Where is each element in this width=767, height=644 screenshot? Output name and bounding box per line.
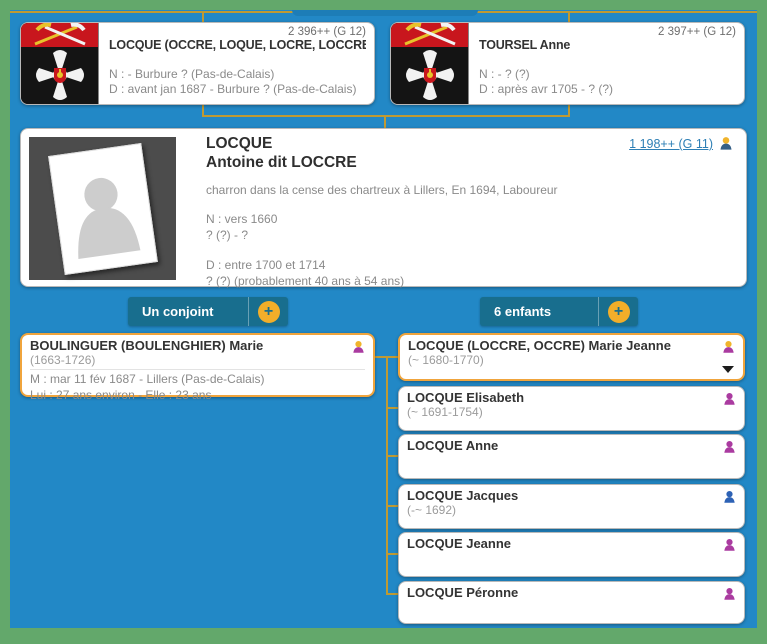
female-sosa-icon [351,340,366,355]
main-death: D : entre 1700 et 1714 [206,258,734,274]
connector-father-up [202,11,204,22]
sosa-person-icon [718,136,734,152]
child-name: LOCQUE Jeanne [407,536,736,551]
add-child-button[interactable]: + [598,297,638,326]
mother-sosa-ref: 2 397++ (G 12) [479,26,736,38]
child-name: LOCQUE Anne [407,438,736,453]
spouse-marriage-info: M : mar 11 fév 1687 - Lillers (Pas-de-Ca… [30,369,365,403]
plus-icon: + [608,301,630,323]
mother-death: D : après avr 1705 - ? (?) [479,82,736,98]
coat-of-arms-icon [21,23,99,104]
children-section-label: 6 enfants [480,304,598,319]
portrait-polaroid-icon [48,143,158,275]
father-birth: N : - Burbure ? (Pas-de-Calais) [109,67,366,83]
mother-vitals: N : - ? (?) D : après avr 1705 - ? (?) [479,67,736,98]
tree-canvas: 2 396++ (G 12) LOCQUE (OCCRE, LOQUE, LOC… [10,10,757,628]
marriage-ages-line: Lui : 27 ans environ - Elle : 23 ans [30,388,365,404]
child-dates: (~ 1680-1770) [408,353,735,367]
child-name: LOCQUE Elisabeth [407,390,736,405]
main-birth-detail: ? (?) - ? [206,228,734,244]
family-tree-page: 2 396++ (G 12) LOCQUE (OCCRE, LOQUE, LOC… [0,0,767,644]
child-card-2[interactable]: LOCQUE Elisabeth (~ 1691-1754) [398,386,745,431]
connector-child-4 [388,505,398,507]
connector-child-2 [388,407,398,409]
marriage-line: M : mar 11 fév 1687 - Lillers (Pas-de-Ca… [30,372,365,388]
spouse-section-button[interactable]: Un conjoint + [128,297,288,326]
connector-child-1 [388,356,398,358]
main-occupation: charron dans la cense des chartreux à Li… [206,183,734,197]
main-death-block: D : entre 1700 et 1714 ? (?) (probableme… [206,258,734,289]
mother-card[interactable]: 2 397++ (G 12) TOURSEL Anne N : - ? (?) … [390,22,745,105]
ancestor-banner-cutoff [292,10,478,16]
connector-child-3 [388,455,398,457]
main-person-card: 1 198++ (G 11) LOCQUE Antoine dit LOCCRE… [20,128,747,287]
child-name: LOCQUE Jacques [407,488,736,503]
connector-children-rail [386,356,388,595]
portrait-placeholder[interactable] [29,137,176,280]
plus-icon: + [258,301,280,323]
female-icon [722,440,737,455]
children-section-button[interactable]: 6 enfants + [480,297,638,326]
person-silhouette-icon [50,154,156,274]
male-icon [722,490,737,505]
main-ref-row: 1 198++ (G 11) [629,136,734,152]
female-sosa-icon [721,340,736,355]
chevron-down-icon[interactable] [722,366,734,373]
child-card-5[interactable]: LOCQUE Jeanne [398,532,745,577]
connector-mother-up [568,11,570,22]
add-spouse-button[interactable]: + [248,297,288,326]
connector-to-person [384,115,386,128]
father-sosa-ref: 2 396++ (G 12) [109,26,366,38]
child-card-4[interactable]: LOCQUE Jacques (-~ 1692) [398,484,745,529]
female-icon [722,538,737,553]
child-card-6[interactable]: LOCQUE Péronne [398,581,745,624]
mother-card-body: 2 397++ (G 12) TOURSEL Anne N : - ? (?) … [469,23,744,104]
child-dates: (-~ 1692) [407,503,736,517]
female-icon [722,587,737,602]
mother-name: TOURSEL Anne [479,38,736,52]
main-birth: N : vers 1660 [206,212,734,228]
mother-birth: N : - ? (?) [479,67,736,83]
father-death: D : avant jan 1687 - Burbure ? (Pas-de-C… [109,82,366,98]
main-birth-block: N : vers 1660 ? (?) - ? [206,212,734,243]
child-name: LOCQUE (LOCCRE, OCCRE) Marie Jeanne [408,338,735,353]
connector-child-6 [388,593,398,595]
main-death-detail: ? (?) (probablement 40 ans à 54 ans) [206,274,734,290]
child-name: LOCQUE Péronne [407,585,736,600]
coat-of-arms-icon [391,23,469,104]
spouse-card[interactable]: BOULINGUER (BOULENGHIER) Marie (1663-172… [20,333,375,397]
child-dates: (~ 1691-1754) [407,405,736,419]
main-given-name: Antoine dit LOCCRE [206,154,734,173]
father-card-body: 2 396++ (G 12) LOCQUE (OCCRE, LOQUE, LOC… [99,23,374,104]
main-sosa-ref-link[interactable]: 1 198++ (G 11) [629,137,713,151]
father-card[interactable]: 2 396++ (G 12) LOCQUE (OCCRE, LOQUE, LOC… [20,22,375,105]
connector-marriage-bar [202,115,570,117]
spouse-name: BOULINGUER (BOULENGHIER) Marie [30,338,365,353]
father-name: LOCQUE (OCCRE, LOQUE, LOCRE, LOCCRE)... [109,38,366,52]
female-icon [722,392,737,407]
connector-child-5 [388,553,398,555]
main-person-content: LOCQUE Antoine dit LOCCRE charron dans l… [206,129,746,290]
child-card-1[interactable]: LOCQUE (LOCCRE, OCCRE) Marie Jeanne (~ 1… [398,333,745,381]
spouse-section-label: Un conjoint [128,304,248,319]
father-vitals: N : - Burbure ? (Pas-de-Calais) D : avan… [109,67,366,98]
spouse-dates: (1663-1726) [30,353,365,367]
child-card-3[interactable]: LOCQUE Anne [398,434,745,479]
